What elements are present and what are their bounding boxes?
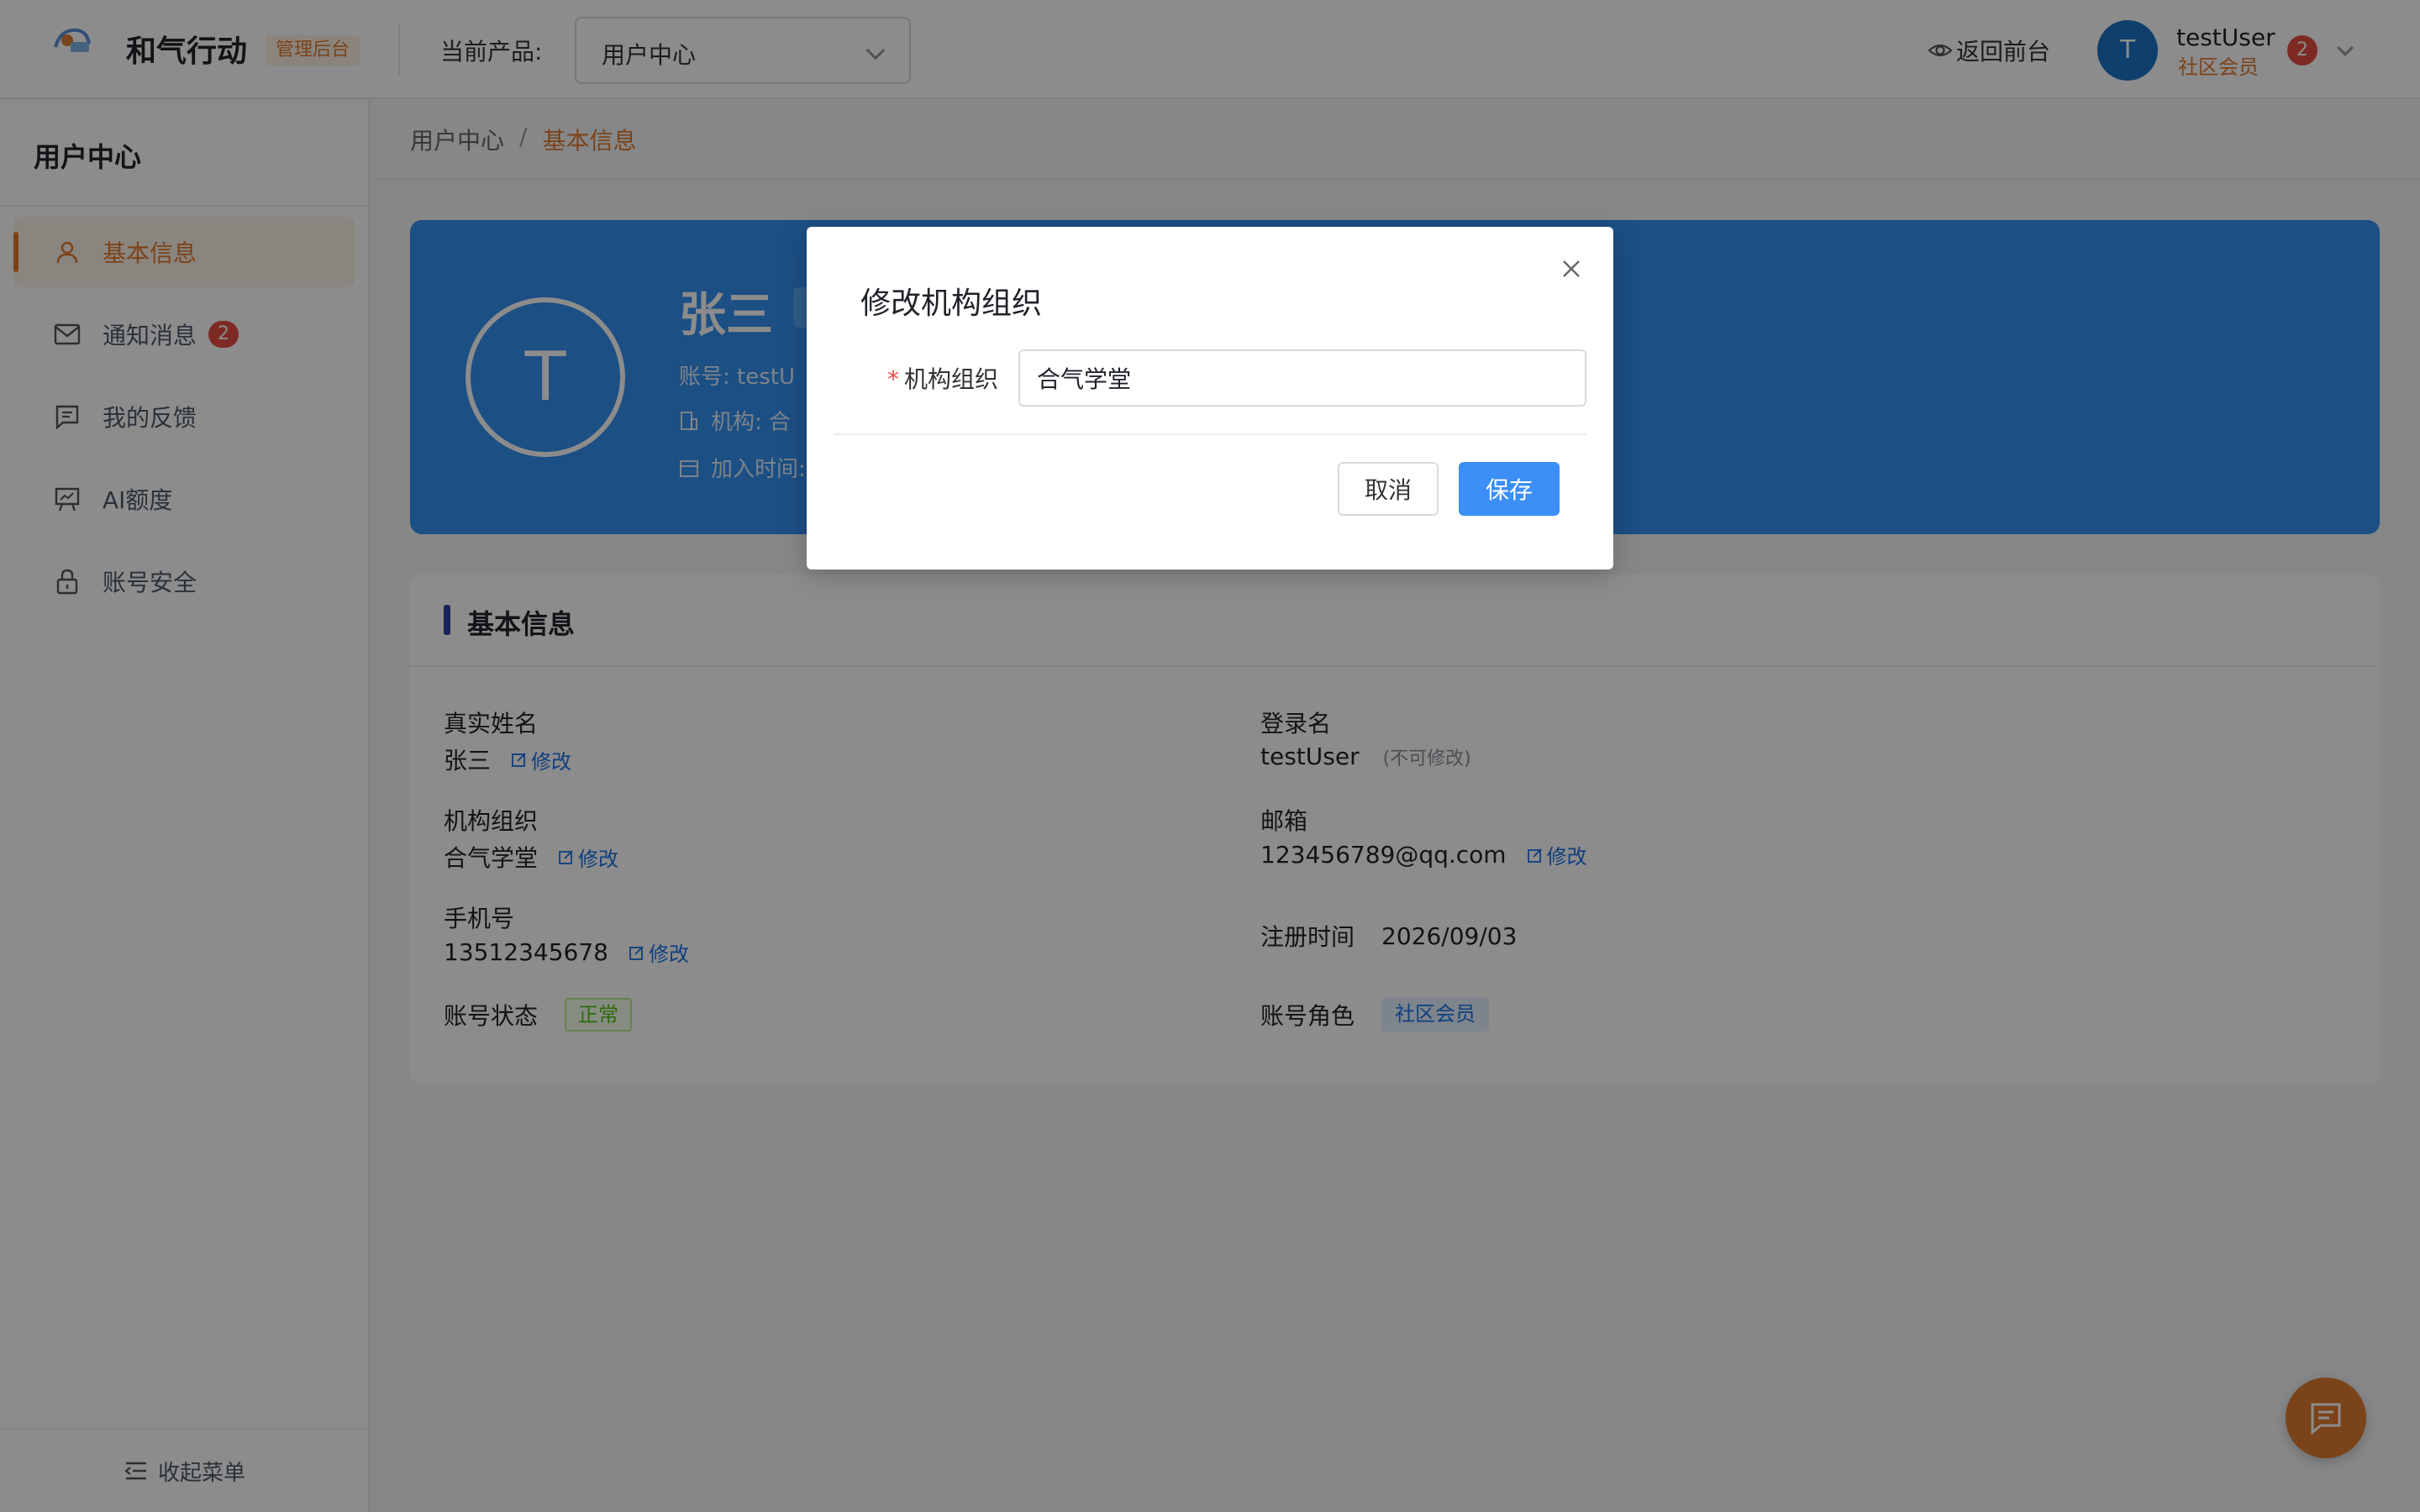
- cancel-button[interactable]: 取消: [1338, 462, 1439, 516]
- org-field-label: * 机构组织: [887, 361, 998, 395]
- org-field-label-text: 机构组织: [904, 365, 999, 393]
- dialog-title: 修改机构组织: [860, 286, 1043, 321]
- dialog-divider: [834, 433, 1586, 435]
- edit-org-dialog: 修改机构组织 *机构组织 取消 保存: [807, 227, 1613, 570]
- required-mark: *: [887, 365, 899, 393]
- org-input[interactable]: [1018, 349, 1586, 407]
- save-button[interactable]: 保存: [1459, 462, 1560, 516]
- close-icon[interactable]: [1555, 252, 1588, 286]
